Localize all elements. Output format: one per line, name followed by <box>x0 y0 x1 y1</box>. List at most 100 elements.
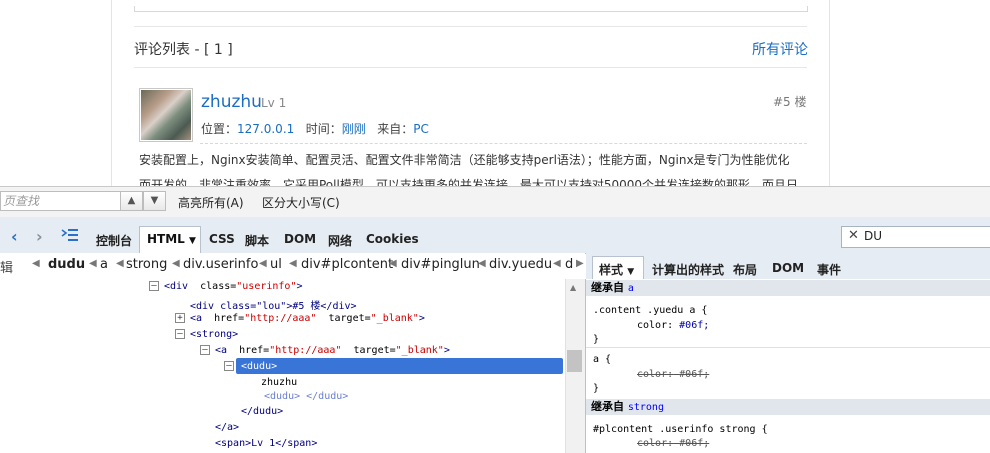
comment-body-line: 安装配置上，Nginx安装简单、配置灵活、配置文件非常简洁（还能够支持perl语… <box>139 153 790 167</box>
inherited-from-header: 继承自 strong <box>586 399 990 415</box>
source-value[interactable]: PC <box>413 122 429 136</box>
side-tab-computed[interactable]: 计算出的样式 <box>652 261 724 278</box>
breadcrumb-item[interactable]: div#plcontent <box>301 257 393 272</box>
side-tab-style-label: 样式 ▼ <box>599 263 635 277</box>
breadcrumb-sep-icon: ◀ <box>478 258 486 269</box>
tree-node[interactable]: <dudu> </dudu> <box>264 391 348 402</box>
column-border-left <box>111 0 112 186</box>
chevron-up-icon: ▲ <box>127 195 136 206</box>
chevron-down-icon: ▼ <box>150 195 159 206</box>
breadcrumb-sep-icon: ◀ <box>116 258 124 269</box>
tree-node[interactable]: </a> <box>215 422 239 433</box>
breadcrumb-sep-icon: ◀ <box>259 258 267 269</box>
css-selector[interactable]: a { <box>593 354 611 365</box>
css-rule-close: } <box>593 334 600 345</box>
divider <box>200 143 807 144</box>
css-property-overridden[interactable]: color: #06f; <box>637 438 709 449</box>
breadcrumb-scroll-right-icon[interactable]: ▶ <box>576 258 584 269</box>
divider <box>134 67 807 68</box>
css-selector[interactable]: .content .yuedu a { <box>593 305 707 316</box>
expand-toggle-icon[interactable]: + <box>175 313 185 323</box>
tree-node[interactable]: <strong> <box>190 329 238 340</box>
collapse-toggle-icon[interactable]: – <box>224 361 234 371</box>
web-page: 评论列表 - [ 1 ] 所有评论 zhuzhu Lv 1 #5 楼 位置：12… <box>0 0 990 186</box>
breadcrumb-item[interactable]: div#pinglun <box>401 257 480 272</box>
devtools-search-value: DU <box>864 229 883 243</box>
comments-title: 评论列表 - [ 1 ] <box>134 42 233 58</box>
tab-css[interactable]: CSS <box>209 232 235 246</box>
comment-meta: 位置：127.0.0.1 时间：刚刚 来自：PC <box>201 120 429 137</box>
dropdown-arrow-icon: ▼ <box>189 236 196 246</box>
tab-script[interactable]: 脚本 <box>245 232 269 249</box>
scroll-up-icon[interactable]: ▲ <box>570 283 576 292</box>
side-tab-layout[interactable]: 布局 <box>733 261 757 278</box>
match-case-button[interactable]: 区分大小写(C) <box>262 194 340 211</box>
forward-icon[interactable]: › <box>36 227 43 246</box>
location-label: 位置： <box>201 122 238 136</box>
avatar[interactable] <box>139 88 193 142</box>
find-input[interactable]: 页查找 <box>0 191 121 211</box>
user-level: Lv 1 <box>261 96 287 110</box>
find-next-button[interactable]: ▼ <box>143 191 166 211</box>
css-property-overridden[interactable]: color: #06f; <box>637 369 709 380</box>
tree-node-selected[interactable]: <dudu> <box>241 361 277 372</box>
rule-divider <box>586 347 990 348</box>
tree-scrollbar-thumb[interactable] <box>567 350 582 372</box>
tree-node[interactable]: <div class="userinfo"> <box>164 281 303 292</box>
username-link[interactable]: zhuzhu <box>201 92 262 112</box>
css-selector[interactable]: #plcontent .userinfo strong { <box>593 424 768 435</box>
location-value[interactable]: 127.0.0.1 <box>237 122 294 136</box>
breadcrumb-item[interactable]: ul <box>270 257 282 272</box>
breadcrumb-sep-icon: ◀ <box>89 258 97 269</box>
tree-node[interactable]: <a href="http://aaa" target="_blank"> <box>190 313 425 324</box>
tab-console[interactable]: 控制台 <box>96 232 132 249</box>
floor-number: #5 楼 <box>773 95 807 109</box>
time-label: 时间： <box>305 122 342 136</box>
tree-node[interactable]: <span>Lv 1</span> <box>215 438 317 449</box>
source-label: 来自： <box>377 122 414 136</box>
inherited-tag-link[interactable]: strong <box>628 402 664 413</box>
collapse-toggle-icon[interactable]: – <box>149 281 159 291</box>
breadcrumb-item[interactable]: dudu <box>48 257 85 272</box>
breadcrumb-sep-icon: ◀ <box>172 258 180 269</box>
tree-node[interactable]: <a href="http://aaa" target="_blank"> <box>215 345 450 356</box>
css-property[interactable]: color: #06f; <box>637 320 709 331</box>
collapse-toggle-icon[interactable]: – <box>200 345 210 355</box>
breadcrumb-scroll-left-icon[interactable]: ◀ <box>32 258 40 269</box>
clear-search-icon[interactable]: ✕ <box>848 228 859 243</box>
inherited-from-header: 继承自 a <box>586 280 990 296</box>
tree-node[interactable]: <div class="lou">#5 楼</div> <box>190 297 357 312</box>
breadcrumb-item[interactable]: a <box>100 257 108 272</box>
time-value[interactable]: 刚刚 <box>342 122 366 136</box>
column-border-right <box>829 0 830 186</box>
all-comments-link[interactable]: 所有评论 <box>752 39 808 59</box>
breadcrumb-sep-icon: ◀ <box>389 258 397 269</box>
tree-node[interactable]: </dudu> <box>241 406 283 417</box>
breadcrumb-item[interactable]: d <box>565 257 573 272</box>
command-line-icon[interactable] <box>61 228 79 242</box>
breadcrumb-item[interactable]: div.userinfo <box>183 257 258 272</box>
divider <box>134 26 807 27</box>
find-prev-button[interactable]: ▲ <box>120 191 143 211</box>
tab-dom[interactable]: DOM <box>284 232 316 246</box>
side-tab-events[interactable]: 事件 <box>817 261 841 278</box>
tab-html-label: HTML ▼ <box>147 232 196 246</box>
comment-body-line: 而开发的，非常注重效率，它采用Poll模型，可以支持更多的并发连接，最大可以支持… <box>139 178 798 186</box>
breadcrumb-sep-icon: ◀ <box>553 258 561 269</box>
inherited-tag-link[interactable]: a <box>628 283 634 294</box>
breadcrumb-item[interactable]: strong <box>126 257 167 272</box>
side-tab-dom[interactable]: DOM <box>772 261 804 275</box>
tree-text-node[interactable]: zhuzhu <box>261 377 297 388</box>
highlight-all-button[interactable]: 高亮所有(A) <box>178 194 244 211</box>
selected-node-highlight <box>236 358 563 374</box>
comment-box-bottom <box>134 6 808 12</box>
css-rule-close: } <box>593 383 600 394</box>
breadcrumb-sep-icon: ◀ <box>289 258 297 269</box>
tab-cookies[interactable]: Cookies <box>366 232 419 246</box>
collapse-toggle-icon[interactable]: – <box>175 329 185 339</box>
tab-network[interactable]: 网络 <box>328 232 352 249</box>
breadcrumb-item[interactable]: div.yuedu <box>489 257 552 272</box>
breadcrumb-overflow: 辑 <box>0 261 14 276</box>
dropdown-arrow-icon: ▼ <box>627 267 635 277</box>
back-icon[interactable]: ‹ <box>11 227 18 246</box>
